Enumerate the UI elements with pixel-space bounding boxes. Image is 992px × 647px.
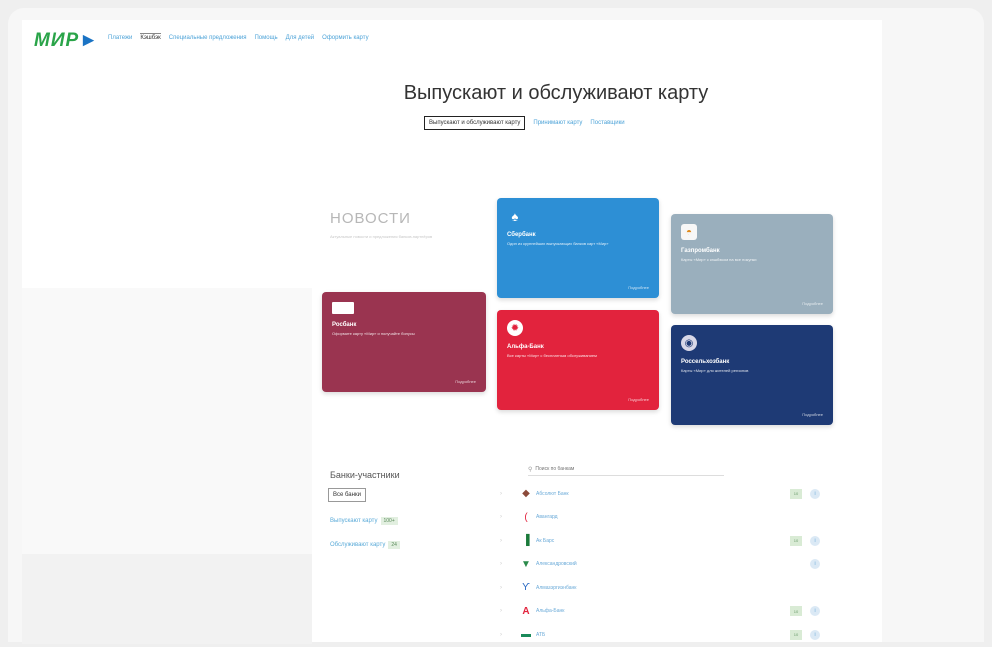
tab-suppliers[interactable]: Поставщики	[590, 120, 624, 126]
bank-card-rshb[interactable]: ◉ Россельхозбанк Карты «Мир» для жителей…	[671, 325, 833, 425]
card-name: Сбербанк	[507, 232, 536, 238]
bank-name: Алмазэргиэнбанк	[536, 584, 577, 591]
info-icon[interactable]: i	[810, 535, 820, 546]
info-icon[interactable]	[810, 583, 820, 593]
flag-icon	[332, 302, 354, 314]
chevron-right-icon: ›	[500, 537, 502, 544]
list-item[interactable]: › A Альфа-Банк 10 i	[500, 600, 830, 624]
list-item[interactable]: › ϒ Алмазэргиэнбанк	[500, 576, 830, 600]
count-badge	[790, 512, 802, 522]
left-panel-lower	[22, 554, 312, 644]
search-icon: ⚲	[528, 466, 533, 473]
card-more-link[interactable]: Подробнее	[628, 285, 649, 290]
news-title: НОВОСТИ	[330, 210, 411, 227]
count-badge: 10	[790, 629, 802, 640]
chevron-right-icon: ›	[500, 584, 502, 591]
card-desc: Карты «Мир» с кэшбэком на все покупки	[681, 257, 757, 262]
logo-stripe-icon: ►	[79, 30, 99, 51]
left-panel	[22, 288, 312, 554]
list-item[interactable]: › ▬ АТБ 10 i	[500, 623, 830, 647]
sub-nav: Выпускают и обслуживают карту Принимают …	[424, 116, 625, 130]
news-text: Актуальные новости и предложения банков-…	[330, 234, 433, 239]
count-badge: 100+	[380, 517, 398, 525]
count-badge: 10	[790, 535, 802, 546]
bank-name: Авангард	[536, 514, 558, 521]
banks-title: Банки-участники	[330, 470, 400, 480]
nav-item-cashback[interactable]: Кэшбэк	[140, 33, 161, 41]
bank-icon: ▼	[521, 558, 531, 570]
card-more-link[interactable]: Подробнее	[628, 397, 649, 402]
info-icon[interactable]	[810, 512, 820, 522]
info-icon[interactable]: i	[810, 606, 820, 617]
info-icon[interactable]: i	[810, 629, 820, 640]
info-icon[interactable]: i	[810, 488, 820, 499]
count-badge: 10	[790, 606, 802, 617]
bank-card-gazprom[interactable]: ◓ Газпромбанк Карты «Мир» с кэшбэком на …	[671, 214, 833, 314]
nav-item-offers[interactable]: Специальные предложения	[169, 35, 247, 41]
bank-name: Ак Барс	[536, 537, 555, 544]
bank-icon: A	[522, 605, 530, 617]
count-badge: 10	[790, 488, 802, 499]
card-name: Росбанк	[332, 322, 357, 328]
bank-card-sber[interactable]: ♠ Сбербанк Один из крупнейших выпускающи…	[497, 198, 659, 298]
count-badge: 24	[388, 541, 400, 549]
chevron-right-icon: ›	[500, 561, 502, 568]
bank-name: АТБ	[536, 631, 546, 638]
bank-search: ⚲	[528, 463, 724, 476]
all-banks-button[interactable]: Все банки	[328, 488, 366, 502]
count-badge	[790, 559, 802, 569]
mir-logo[interactable]: МИР►	[34, 30, 99, 52]
bank-name: Абсолют Банк	[536, 490, 569, 497]
list-item[interactable]: › ▐ Ак Барс 10 i	[500, 529, 830, 553]
card-desc: Все карты «Мир» с бесплатным обслуживани…	[507, 353, 597, 358]
issue-card-link[interactable]: Выпускают карту 100+	[330, 517, 398, 525]
bank-card-alfa[interactable]: ✹ Альфа-Банк Все карты «Мир» с бесплатны…	[497, 310, 659, 410]
list-item[interactable]: › ◆ Абсолют Банк 10 i	[500, 482, 830, 506]
bank-list: › ◆ Абсолют Банк 10 i › ( Авангард › ▐ А…	[500, 482, 830, 647]
card-name: Альфа-Банк	[507, 344, 544, 350]
bank-card-rosbank[interactable]: Росбанк Оформите карту «Мир» и получайте…	[322, 292, 486, 392]
globe-icon: ◉	[681, 335, 697, 351]
card-more-link[interactable]: Подробнее	[802, 301, 823, 306]
card-more-link[interactable]: Подробнее	[455, 379, 476, 384]
bank-icon: ϒ	[522, 582, 530, 594]
card-desc: Один из крупнейших выпускающих банков ка…	[507, 241, 609, 246]
bank-icon: ◆	[522, 488, 530, 500]
service-card-link[interactable]: Обслуживают карту 24	[330, 541, 400, 549]
nav-item-kids[interactable]: Для детей	[286, 35, 315, 41]
tab-issue-service[interactable]: Выпускают и обслуживают карту	[424, 116, 526, 130]
bank-icon: ▬	[521, 629, 531, 641]
chevron-right-icon: ›	[500, 490, 502, 497]
info-icon[interactable]: i	[810, 559, 820, 570]
bank-name: Альфа-Банк	[536, 608, 565, 615]
nav-item-payments[interactable]: Платежи	[108, 35, 132, 41]
bank-name: Александровский	[536, 561, 577, 568]
card-name: Газпромбанк	[681, 248, 720, 254]
card-more-link[interactable]: Подробнее	[802, 412, 823, 417]
leaf-icon: ♠	[511, 208, 519, 224]
search-input[interactable]	[535, 466, 716, 472]
main-nav: Платежи Кэшбэк Специальные предложения П…	[108, 33, 369, 41]
nav-item-help[interactable]: Помощь	[254, 35, 277, 41]
gear-icon: ✹	[507, 320, 523, 336]
bank-icon: ▐	[522, 535, 530, 547]
card-desc: Оформите карту «Мир» и получайте бонусы	[332, 331, 415, 336]
card-name: Россельхозбанк	[681, 359, 730, 365]
nav-item-order-card[interactable]: Оформить карту	[322, 35, 368, 41]
tab-accept-card[interactable]: Принимают карту	[533, 120, 582, 126]
page-title: Выпускают и обслуживают карту	[403, 82, 709, 104]
list-item[interactable]: › ( Авангард	[500, 506, 830, 530]
count-badge	[790, 583, 802, 593]
fan-icon: ◓	[681, 224, 697, 240]
chevron-right-icon: ›	[500, 631, 502, 638]
list-item[interactable]: › ▼ Александровский i	[500, 553, 830, 577]
chevron-right-icon: ›	[500, 608, 502, 615]
card-desc: Карты «Мир» для жителей регионов	[681, 368, 749, 373]
bank-icon: (	[524, 511, 528, 523]
chevron-right-icon: ›	[500, 514, 502, 521]
